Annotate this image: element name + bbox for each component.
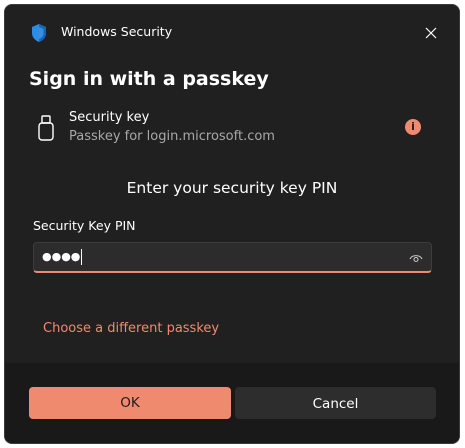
title-bar: Windows Security [5,5,459,57]
text-caret [81,249,83,265]
eye-icon[interactable] [409,250,423,264]
dialog-heading: Sign in with a passkey [29,68,269,90]
pin-field-label: Security Key PIN [33,218,136,233]
choose-different-passkey-link[interactable]: Choose a different passkey [43,320,219,338]
security-key-subtitle: Passkey for login.microsoft.com [69,129,275,144]
close-icon [425,27,437,39]
security-key-title: Security key [69,110,150,125]
pin-masked-value: ●●●● [42,249,83,265]
ok-button[interactable]: OK [29,387,231,419]
dialog-footer: OK Cancel [5,363,459,443]
pin-input[interactable]: ●●●● [33,242,432,273]
usb-key-icon [36,115,56,143]
close-button[interactable] [417,19,445,47]
pin-prompt: Enter your security key PIN [126,179,338,197]
cancel-button[interactable]: Cancel [235,387,436,419]
window-title: Windows Security [61,24,173,39]
windows-security-dialog: Windows Security Sign in with a passkey … [4,4,460,444]
info-icon[interactable]: i [405,119,421,135]
windows-security-shield-icon [29,23,49,43]
